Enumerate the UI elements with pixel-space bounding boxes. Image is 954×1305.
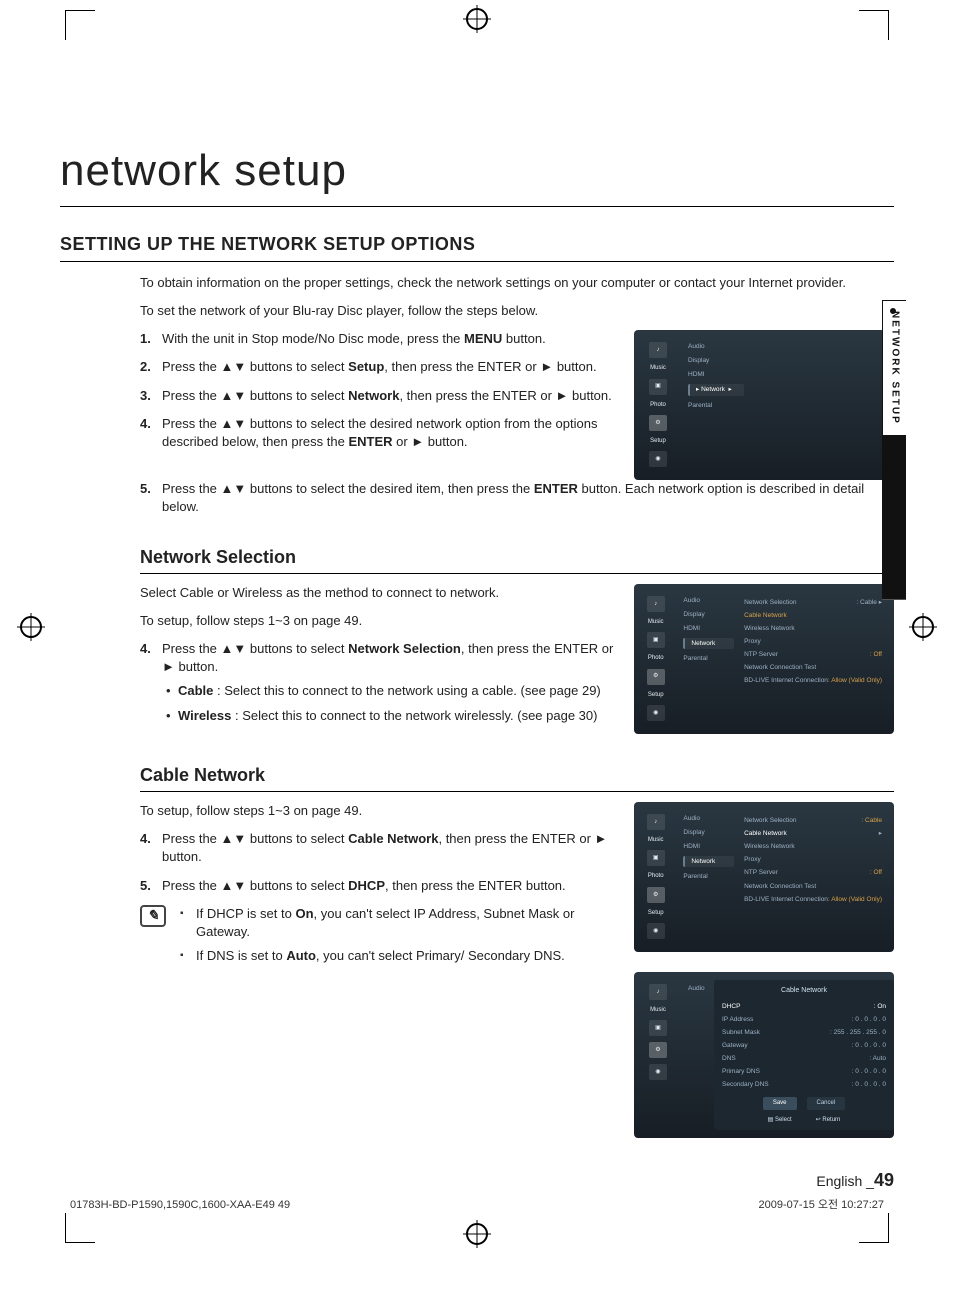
footer-timestamp: 2009-07-15 오전 10:27:27 [759, 1198, 884, 1213]
crop-mark [859, 1213, 889, 1243]
chapter-tab: NETWORK SETUP [882, 300, 906, 600]
page-title: network setup [60, 140, 894, 207]
osd-figure-cable-network-dialog: ♪Music ▣ ⚙ ◉ Audio Cable Network DHCP: O… [634, 972, 894, 1138]
bullet-wireless: Wireless : Select this to connect to the… [162, 707, 614, 725]
dialog-title: Cable Network [722, 986, 886, 996]
note-1: If DHCP is set to On, you can't select I… [180, 905, 614, 941]
cn-step-4: Press the ▲▼ buttons to select Cable Net… [140, 830, 614, 866]
disc-icon: ◉ [649, 1064, 667, 1080]
main-steps: With the unit in Stop mode/No Disc mode,… [140, 330, 614, 451]
step-4: Press the ▲▼ buttons to select the desir… [140, 415, 614, 451]
intro-paragraph-1: To obtain information on the proper sett… [140, 274, 894, 292]
registration-mark-icon [20, 616, 42, 638]
disc-icon: ◉ [647, 923, 665, 939]
note-2: If DNS is set to Auto, you can't select … [180, 947, 614, 965]
note-icon: ✎ [140, 905, 166, 927]
bullet-cable: Cable : Select this to connect to the ne… [162, 682, 614, 700]
setup-icon: ⚙ [647, 887, 665, 903]
setup-icon: ⚙ [649, 415, 667, 431]
print-footer: 01783H-BD-P1590,1590C,1600-XAA-E49 49 20… [70, 1198, 884, 1213]
music-icon: ♪ [649, 342, 667, 358]
subheading-cable-network: Cable Network [140, 763, 894, 792]
crop-mark [65, 10, 95, 40]
main-steps-continued: Press the ▲▼ buttons to select the desir… [140, 480, 894, 516]
page-number-row: English _49 [140, 1168, 894, 1193]
step-3: Press the ▲▼ buttons to select Network, … [140, 387, 614, 405]
chapter-tab-label: NETWORK SETUP [888, 311, 902, 425]
setup-icon: ⚙ [649, 1042, 667, 1058]
ns-step-4: Press the ▲▼ buttons to select Network S… [140, 640, 614, 725]
cn-para-1: To setup, follow steps 1~3 on page 49. [140, 802, 614, 820]
photo-icon: ▣ [649, 379, 667, 395]
footer-file: 01783H-BD-P1590,1590C,1600-XAA-E49 49 [70, 1198, 290, 1213]
cn-steps: Press the ▲▼ buttons to select Cable Net… [140, 830, 614, 895]
ns-steps: Press the ▲▼ buttons to select Network S… [140, 640, 614, 725]
cn-step-5: Press the ▲▼ buttons to select DHCP, the… [140, 877, 614, 895]
registration-mark-icon [912, 616, 934, 638]
registration-mark-icon [466, 8, 488, 30]
crop-mark [859, 10, 889, 40]
disc-icon: ◉ [649, 451, 667, 467]
osd-figure-setup-menu: ♪Music ▣Photo ⚙Setup ◉ Audio Display HDM… [634, 330, 894, 480]
ns-para-1: Select Cable or Wireless as the method t… [140, 584, 614, 602]
step-2: Press the ▲▼ buttons to select Setup, th… [140, 358, 614, 376]
photo-icon: ▣ [649, 1020, 667, 1036]
registration-mark-icon [466, 1223, 488, 1245]
save-button: Save [763, 1097, 797, 1109]
step-1: With the unit in Stop mode/No Disc mode,… [140, 330, 614, 348]
music-icon: ♪ [647, 596, 665, 612]
disc-icon: ◉ [647, 705, 665, 721]
note-list: If DHCP is set to On, you can't select I… [180, 905, 614, 972]
footer-return: ↩ Return [816, 1116, 841, 1124]
setup-icon: ⚙ [647, 669, 665, 685]
footer-select: ▤ Select [768, 1116, 792, 1124]
step-5: Press the ▲▼ buttons to select the desir… [140, 480, 894, 516]
cancel-button: Cancel [807, 1097, 846, 1109]
osd-figure-cable-network-menu: ♪Music ▣Photo ⚙Setup ◉ Audio Display HDM… [634, 802, 894, 952]
photo-icon: ▣ [647, 850, 665, 866]
intro-paragraph-2: To set the network of your Blu-ray Disc … [140, 302, 894, 320]
photo-icon: ▣ [647, 632, 665, 648]
osd-figure-network-selection: ♪Music ▣Photo ⚙Setup ◉ Audio Display HDM… [634, 584, 894, 734]
ns-para-2: To setup, follow steps 1~3 on page 49. [140, 612, 614, 630]
section-heading: SETTING UP THE NETWORK SETUP OPTIONS [60, 232, 894, 262]
crop-mark [65, 1213, 95, 1243]
subheading-network-selection: Network Selection [140, 545, 894, 574]
music-icon: ♪ [647, 814, 665, 830]
music-icon: ♪ [649, 984, 667, 1000]
